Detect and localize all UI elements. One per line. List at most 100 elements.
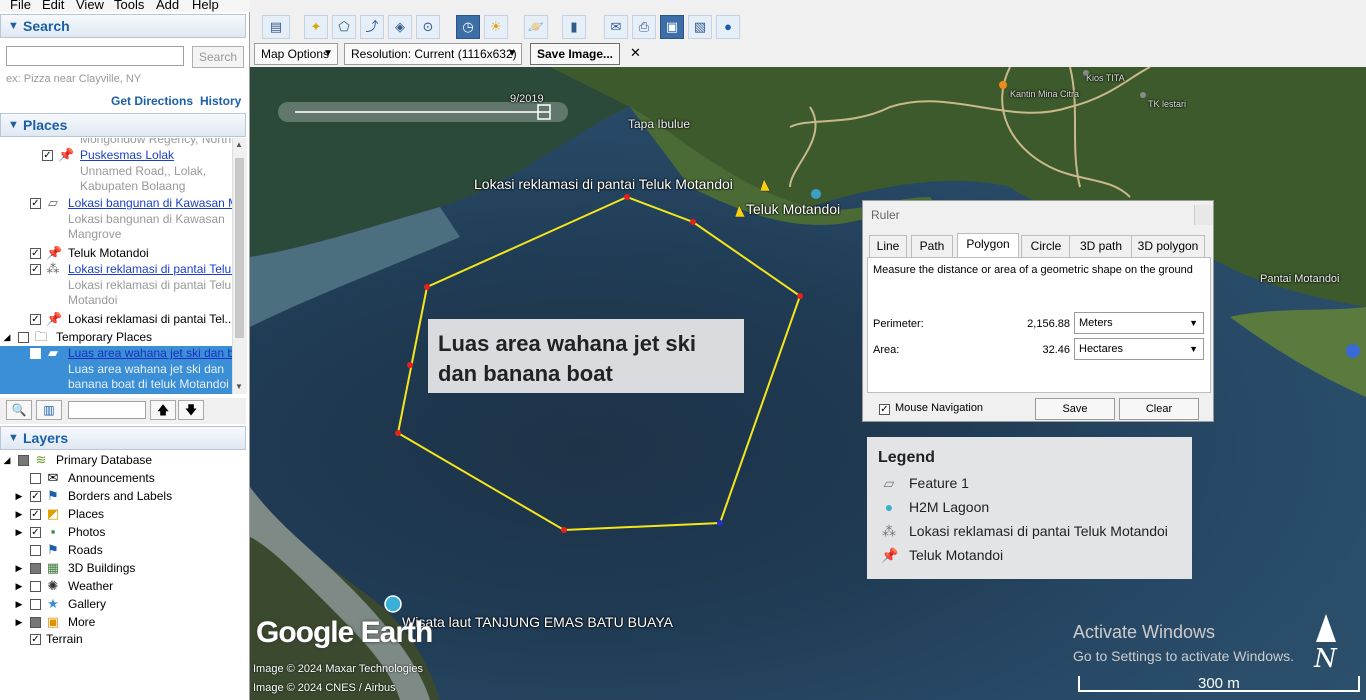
ruler-button[interactable]: ▮ (562, 15, 586, 39)
expand-icon[interactable]: ◢ (0, 330, 14, 344)
layer-item[interactable]: ▶ ✓ ⚑ Borders and Labels (0, 489, 234, 507)
checkbox[interactable]: ✓ (30, 248, 41, 259)
checkbox[interactable]: ✓ (30, 491, 41, 502)
list-item[interactable]: ✓ ⁂ Lokasi reklamasi di pantai Teluk (0, 262, 234, 278)
expand-icon[interactable]: ▶ (12, 579, 26, 593)
marker-dot[interactable] (999, 81, 1007, 89)
save-image-button[interactable]: Save Image... (530, 43, 620, 65)
checkbox[interactable]: ✓ (30, 527, 41, 538)
vertex[interactable] (690, 219, 696, 225)
expand-icon[interactable]: ▶ (12, 525, 26, 539)
layer-item[interactable]: ✓ Terrain (0, 632, 234, 650)
tab-polygon[interactable]: Polygon (957, 233, 1019, 258)
map-label[interactable]: Lokasi reklamasi di pantai Teluk Motando… (474, 176, 733, 192)
add-path-button[interactable]: ⤴ (360, 15, 384, 39)
compass-arrow-icon[interactable] (1316, 614, 1336, 642)
clear-button[interactable]: Clear (1119, 398, 1199, 420)
lagoon-marker[interactable] (384, 595, 402, 613)
layer-item[interactable]: ▶ ★ Gallery (0, 597, 234, 615)
checkbox[interactable]: ✓ (30, 634, 41, 645)
menu-tools[interactable]: Tools (114, 0, 144, 12)
close-icon[interactable]: ✕ (630, 45, 641, 61)
add-placemark-button[interactable]: ✦ (304, 15, 328, 39)
save-image-toolbar-button[interactable]: ▣ (660, 15, 684, 39)
layer-item[interactable]: ◢ ≋ Primary Database (0, 453, 234, 471)
sunlight-button[interactable]: ☀ (484, 15, 508, 39)
checkbox[interactable]: ✓ (30, 198, 41, 209)
tab-circle[interactable]: Circle (1021, 235, 1071, 257)
layer-item[interactable]: ▶ ✓ ▪ Photos (0, 525, 234, 543)
scroll-up-icon[interactable]: ▲ (235, 140, 243, 149)
planets-button[interactable]: 🪐 (524, 15, 548, 39)
layers-header[interactable]: ▼ Layers (0, 426, 246, 450)
tab-3d-polygon[interactable]: 3D polygon (1131, 235, 1205, 257)
tab-path[interactable]: Path (911, 235, 953, 257)
vertex[interactable] (624, 194, 630, 200)
scroll-down-icon[interactable]: ▼ (235, 382, 243, 391)
layer-item[interactable]: ⚑ Roads (0, 543, 234, 561)
map-label[interactable]: Wisata laut TANJUNG EMAS BATU BUAYA (402, 614, 673, 630)
vertex[interactable] (424, 284, 430, 290)
list-item[interactable]: ✓ 📌 Lokasi reklamasi di pantai Tel... (0, 312, 234, 328)
menu-file[interactable]: File (10, 0, 31, 12)
search-button[interactable]: Search (192, 46, 244, 68)
layer-item[interactable]: ▶ ▦ 3D Buildings (0, 561, 234, 579)
checkbox[interactable] (30, 473, 41, 484)
layer-item[interactable]: ▶ ▣ More (0, 615, 234, 633)
vertex[interactable] (561, 527, 567, 533)
places-filter-input[interactable] (68, 401, 146, 419)
panel-toggle-button[interactable]: ▥ (36, 400, 62, 420)
expand-icon[interactable]: ▶ (12, 561, 26, 575)
move-down-button[interactable]: 🡇 (178, 400, 204, 420)
tab-line[interactable]: Line (869, 235, 907, 257)
checkbox[interactable]: ✓ (30, 264, 41, 275)
compass-n[interactable]: N (1314, 644, 1337, 674)
checkbox[interactable] (30, 545, 41, 556)
resolution-dropdown[interactable]: Resolution: Current (1116x632) ▼ (344, 43, 522, 65)
save-button[interactable]: Save (1035, 398, 1115, 420)
scroll-thumb[interactable] (235, 158, 244, 338)
layer-item[interactable]: ▶ ✺ Weather (0, 579, 234, 597)
search-input[interactable] (6, 46, 184, 66)
add-overlay-button[interactable]: ◈ (388, 15, 412, 39)
expand-icon[interactable]: ▶ (12, 615, 26, 629)
area-unit-select[interactable]: Hectares ▼ (1074, 338, 1204, 360)
view-in-maps-button[interactable]: ▧ (688, 15, 712, 39)
mouse-navigation-checkbox[interactable]: ✓ (879, 404, 890, 415)
list-item[interactable]: ◢ 🗀 Temporary Places (0, 330, 234, 346)
menu-add[interactable]: Add (156, 0, 179, 12)
get-directions-link[interactable]: Get Directions (111, 94, 193, 108)
selected-item[interactable]: ▰ Luas area wahana jet ski dan ba Luas a… (0, 346, 241, 394)
checkbox[interactable] (30, 617, 41, 628)
expand-icon[interactable]: ▶ (12, 507, 26, 521)
layer-item[interactable]: ▶ ✓ ◩ Places (0, 507, 234, 525)
places-header[interactable]: ▼ Places (0, 113, 246, 137)
tab-3d-path[interactable]: 3D path (1069, 235, 1133, 257)
perimeter-unit-select[interactable]: Meters ▼ (1074, 312, 1204, 334)
marker-dot[interactable] (811, 189, 821, 199)
record-tour-button[interactable]: ⊙ (416, 15, 440, 39)
search-header[interactable]: ▼ Search (0, 14, 246, 38)
menu-edit[interactable]: Edit (42, 0, 64, 12)
vertex[interactable] (717, 520, 723, 526)
expand-icon[interactable]: ▶ (12, 489, 26, 503)
checkbox[interactable] (30, 563, 41, 574)
historical-imagery-button[interactable]: ◷ (456, 15, 480, 39)
places-scrollbar[interactable]: ▲ ▼ (232, 138, 247, 394)
add-polygon-button[interactable]: ⬠ (332, 15, 356, 39)
map-label[interactable]: Teluk Motandoi (746, 201, 840, 217)
list-item[interactable]: ✓ ▱ Lokasi bangunan di Kawasan M (0, 196, 234, 212)
marker-dot[interactable] (1346, 344, 1360, 358)
expand-icon[interactable]: ◢ (0, 453, 14, 467)
earth-button[interactable]: ● (716, 15, 740, 39)
history-link[interactable]: History (200, 94, 241, 108)
vertex[interactable] (797, 293, 803, 299)
map-options-dropdown[interactable]: Map Options ▼ (254, 43, 338, 65)
menu-view[interactable]: View (76, 0, 104, 12)
vertex[interactable] (407, 362, 413, 368)
checkbox[interactable] (30, 581, 41, 592)
menu-help[interactable]: Help (192, 0, 219, 12)
sidebar-toggle-button[interactable]: ▤ (262, 15, 290, 39)
expand-icon[interactable]: ▶ (12, 597, 26, 611)
move-up-button[interactable]: 🡅 (150, 400, 176, 420)
